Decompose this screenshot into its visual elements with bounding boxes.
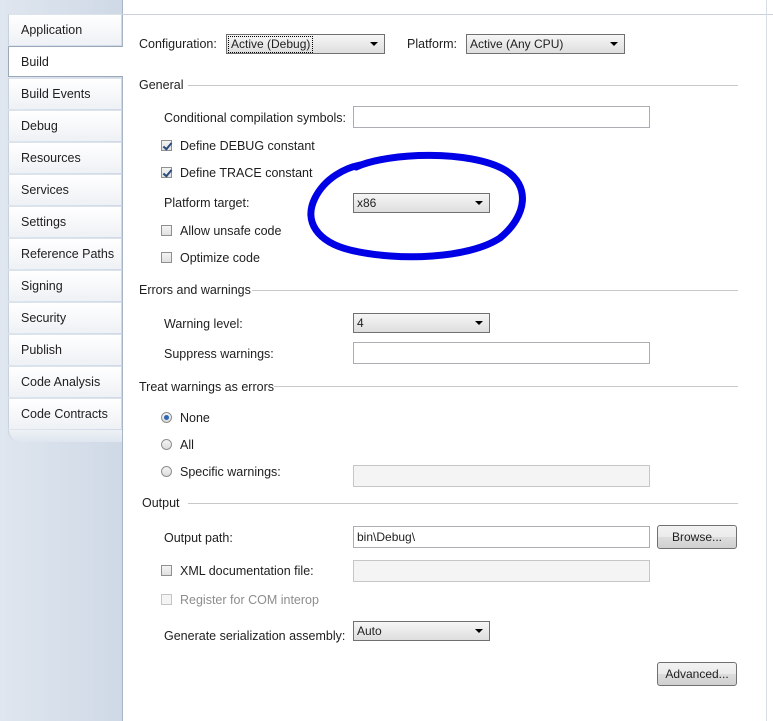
tab-settings[interactable]: Settings bbox=[8, 206, 121, 237]
specific-warnings-input bbox=[353, 465, 650, 487]
section-title-general: General bbox=[139, 78, 184, 92]
output-path-label: Output path: bbox=[164, 531, 233, 545]
tab-application[interactable]: Application bbox=[8, 14, 121, 45]
tab-reference-paths[interactable]: Reference Paths bbox=[8, 238, 121, 269]
section-title-output: Output bbox=[142, 496, 180, 510]
section-divider bbox=[274, 386, 738, 387]
register-com-label: Register for COM interop bbox=[180, 593, 319, 607]
define-debug-checkbox[interactable] bbox=[161, 140, 172, 151]
tab-build-events[interactable]: Build Events bbox=[8, 78, 121, 109]
platform-target-dropdown[interactable]: x86 bbox=[353, 193, 490, 213]
chevron-down-icon bbox=[610, 42, 618, 46]
define-trace-label: Define TRACE constant bbox=[180, 166, 313, 180]
browse-button[interactable]: Browse... bbox=[657, 525, 737, 549]
chevron-down-icon bbox=[475, 201, 483, 205]
register-com-checkbox bbox=[161, 594, 172, 605]
tab-publish[interactable]: Publish bbox=[8, 334, 121, 365]
tab-build[interactable]: Build bbox=[8, 46, 123, 77]
tab-services[interactable]: Services bbox=[8, 174, 121, 205]
optimize-code-checkbox[interactable] bbox=[161, 252, 172, 263]
conditional-symbols-input[interactable] bbox=[353, 106, 650, 128]
property-pages-sidebar: Application Build Build Events Debug Res… bbox=[0, 0, 123, 721]
radio-none-label: None bbox=[180, 411, 210, 425]
section-divider bbox=[188, 85, 738, 86]
configuration-dropdown[interactable]: Active (Debug) bbox=[226, 34, 385, 54]
section-title-treat-warnings: Treat warnings as errors bbox=[139, 380, 274, 394]
tab-code-contracts[interactable]: Code Contracts bbox=[8, 398, 121, 429]
radio-all[interactable] bbox=[161, 439, 172, 450]
radio-all-label: All bbox=[180, 438, 194, 452]
xml-doc-input bbox=[353, 560, 650, 582]
tab-code-analysis[interactable]: Code Analysis bbox=[8, 366, 121, 397]
platform-label: Platform: bbox=[407, 37, 458, 51]
section-divider bbox=[188, 503, 738, 504]
tab-debug[interactable]: Debug bbox=[8, 110, 121, 141]
xml-doc-label: XML documentation file: bbox=[180, 564, 314, 578]
define-debug-label: Define DEBUG constant bbox=[180, 139, 315, 153]
tab-security[interactable]: Security bbox=[8, 302, 121, 333]
suppress-warnings-input[interactable] bbox=[353, 342, 650, 364]
chevron-down-icon bbox=[475, 629, 483, 633]
page-right-border bbox=[766, 0, 767, 721]
chevron-down-icon bbox=[475, 321, 483, 325]
warning-level-value: 4 bbox=[357, 316, 364, 330]
serialization-value: Auto bbox=[357, 624, 382, 638]
platform-target-value: x86 bbox=[357, 196, 377, 210]
xml-doc-checkbox[interactable] bbox=[161, 565, 172, 576]
sidebar-tab-tail bbox=[8, 430, 122, 442]
optimize-code-label: Optimize code bbox=[180, 251, 260, 265]
platform-dropdown[interactable]: Active (Any CPU) bbox=[466, 34, 625, 54]
advanced-button[interactable]: Advanced... bbox=[657, 662, 737, 686]
tab-signing[interactable]: Signing bbox=[8, 270, 121, 301]
chevron-down-icon bbox=[370, 42, 378, 46]
define-trace-checkbox[interactable] bbox=[161, 167, 172, 178]
radio-specific-warnings[interactable] bbox=[161, 466, 172, 477]
warning-level-dropdown[interactable]: 4 bbox=[353, 313, 490, 333]
output-path-input[interactable]: bin\Debug\ bbox=[353, 526, 650, 548]
platform-value: Active (Any CPU) bbox=[470, 37, 564, 51]
configuration-value: Active (Debug) bbox=[228, 36, 314, 53]
section-divider bbox=[252, 290, 738, 291]
allow-unsafe-label: Allow unsafe code bbox=[180, 224, 282, 238]
tab-resources[interactable]: Resources bbox=[8, 142, 121, 173]
serialization-label: Generate serialization assembly: bbox=[164, 629, 346, 643]
radio-specific-label: Specific warnings: bbox=[180, 465, 281, 479]
allow-unsafe-checkbox[interactable] bbox=[161, 225, 172, 236]
section-title-errors: Errors and warnings bbox=[139, 283, 251, 297]
conditional-symbols-label: Conditional compilation symbols: bbox=[164, 111, 347, 125]
configuration-label: Configuration: bbox=[139, 37, 217, 51]
suppress-warnings-label: Suppress warnings: bbox=[164, 347, 274, 361]
radio-none[interactable] bbox=[161, 412, 172, 423]
warning-level-label: Warning level: bbox=[164, 317, 243, 331]
serialization-dropdown[interactable]: Auto bbox=[353, 621, 490, 641]
platform-target-label: Platform target: bbox=[164, 196, 250, 210]
page-top-border bbox=[122, 14, 773, 15]
